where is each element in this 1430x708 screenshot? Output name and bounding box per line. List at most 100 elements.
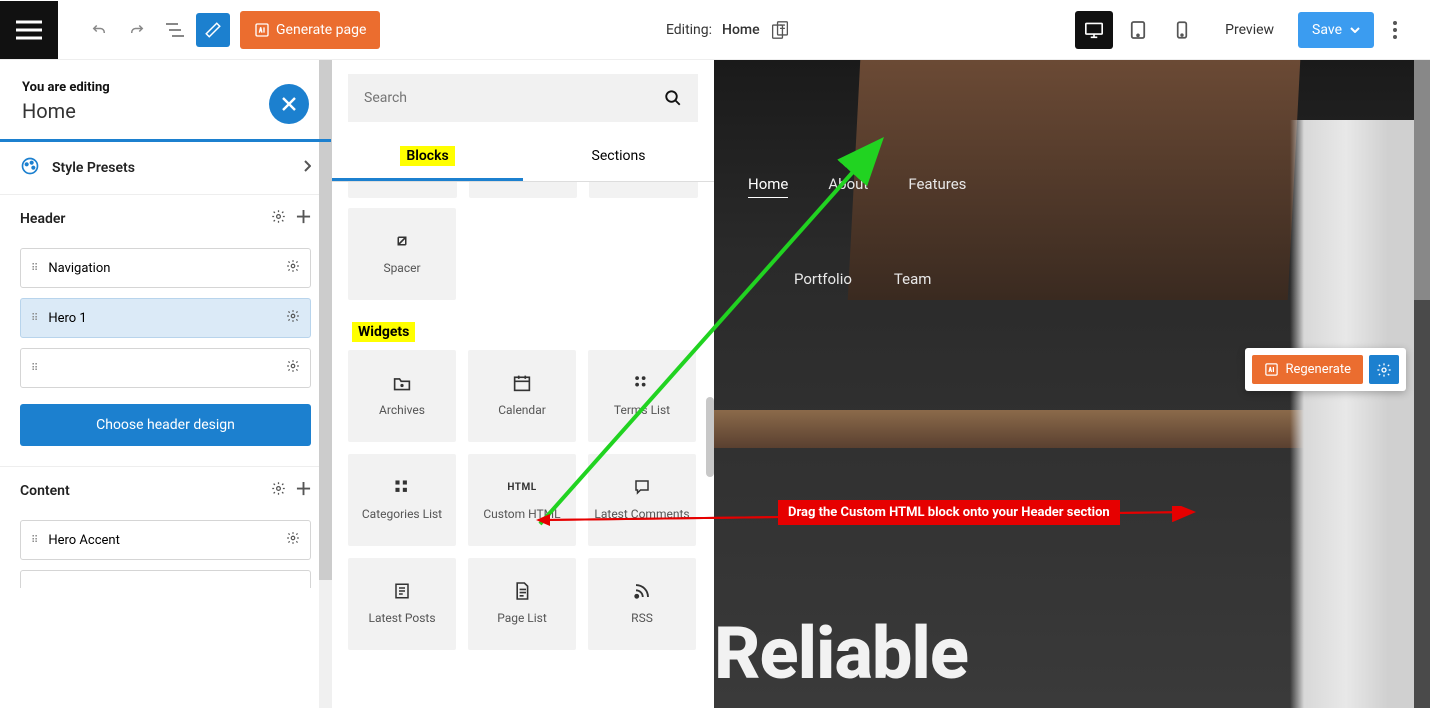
ai-icon bbox=[254, 22, 270, 38]
pencil-icon bbox=[204, 21, 222, 39]
tile-partial[interactable] bbox=[589, 182, 698, 198]
block-item-hero-accent[interactable]: ⠿ Hero Accent bbox=[20, 520, 311, 560]
calendar-icon bbox=[513, 373, 531, 393]
nav-link-team[interactable]: Team bbox=[894, 270, 932, 288]
editing-label: Editing: bbox=[666, 22, 712, 38]
tile-label: Categories List bbox=[362, 507, 442, 523]
block-item-hero1[interactable]: ⠿ Hero 1 bbox=[20, 298, 311, 338]
tile-label: Page List bbox=[497, 611, 547, 627]
nav-link-portfolio[interactable]: Portfolio bbox=[794, 270, 852, 288]
tile-latest-posts[interactable]: Latest Posts bbox=[348, 558, 456, 650]
tile-archives[interactable]: Archives bbox=[348, 350, 456, 442]
redo-button[interactable] bbox=[120, 13, 154, 47]
left-sidebar: You are editing Home Style Presets Heade… bbox=[0, 60, 332, 708]
drag-handle-icon[interactable]: ⠿ bbox=[31, 363, 38, 374]
tile-terms-list[interactable]: Terms List bbox=[588, 350, 696, 442]
panel-scroll-thumb[interactable] bbox=[706, 397, 714, 477]
mobile-icon bbox=[1176, 20, 1188, 40]
html-icon: HTML bbox=[507, 477, 536, 497]
tile-categories-list[interactable]: Categories List bbox=[348, 454, 456, 546]
block-label: Hero 1 bbox=[48, 311, 86, 326]
drag-handle-icon[interactable]: ⠿ bbox=[31, 535, 38, 546]
block-item-navigation[interactable]: ⠿ Navigation bbox=[20, 248, 311, 288]
block-settings-button[interactable] bbox=[286, 259, 300, 277]
drag-handle-icon[interactable]: ⠿ bbox=[31, 263, 38, 274]
tile-rss[interactable]: RSS bbox=[588, 558, 696, 650]
tile-partial[interactable] bbox=[348, 182, 457, 198]
content-add-button[interactable] bbox=[296, 481, 311, 500]
content-block-list: ⠿ Hero Accent bbox=[0, 514, 331, 604]
more-button[interactable] bbox=[1380, 11, 1410, 49]
tile-latest-comments[interactable]: Latest Comments bbox=[588, 454, 696, 546]
gear-icon bbox=[286, 259, 300, 273]
folder-icon bbox=[392, 373, 412, 393]
tab-sections-label: Sections bbox=[592, 148, 646, 164]
search-icon[interactable] bbox=[664, 89, 682, 107]
spacer-icon bbox=[393, 231, 411, 251]
tile-spacer[interactable]: Spacer bbox=[348, 208, 456, 300]
nav-link-home[interactable]: Home bbox=[748, 175, 788, 198]
block-settings-button[interactable] bbox=[286, 309, 300, 327]
tile-label: RSS bbox=[631, 611, 653, 627]
gear-icon bbox=[271, 209, 286, 224]
preview-scroll-thumb[interactable] bbox=[1414, 60, 1430, 300]
hero-title: Reliable bbox=[714, 611, 968, 696]
regenerate-settings-button[interactable] bbox=[1369, 355, 1399, 384]
edit-mode-button[interactable] bbox=[196, 13, 230, 47]
block-settings-button[interactable] bbox=[286, 359, 300, 377]
block-item-empty[interactable]: ⠿ bbox=[20, 348, 311, 388]
editing-page-name[interactable]: Home bbox=[722, 22, 760, 38]
preview-button[interactable]: Preview bbox=[1207, 12, 1292, 48]
tile-label: Calendar bbox=[498, 403, 546, 419]
gear-icon bbox=[1376, 362, 1392, 378]
undo-button[interactable] bbox=[82, 13, 116, 47]
generate-page-label: Generate page bbox=[276, 22, 366, 38]
pages-icon[interactable] bbox=[770, 21, 790, 39]
search-box[interactable] bbox=[348, 74, 698, 122]
header-settings-button[interactable] bbox=[271, 209, 286, 228]
close-button[interactable] bbox=[269, 84, 309, 124]
plus-icon bbox=[296, 209, 311, 224]
header-add-button[interactable] bbox=[296, 209, 311, 228]
desktop-icon bbox=[1084, 21, 1104, 39]
preview-beam bbox=[1290, 120, 1430, 708]
nav-link-features[interactable]: Features bbox=[908, 175, 966, 198]
tile-page-list[interactable]: Page List bbox=[468, 558, 576, 650]
tile-partial[interactable] bbox=[469, 182, 578, 198]
block-settings-button[interactable] bbox=[286, 531, 300, 549]
top-toolbar: Generate page Editing: Home Preview Save bbox=[0, 0, 1430, 60]
outline-icon bbox=[166, 23, 184, 37]
gear-icon bbox=[286, 531, 300, 545]
tab-blocks[interactable]: Blocks bbox=[332, 134, 523, 181]
menu-button[interactable] bbox=[0, 1, 58, 59]
grid2-icon bbox=[393, 477, 411, 497]
generate-page-button[interactable]: Generate page bbox=[240, 11, 380, 49]
comment-icon bbox=[633, 477, 651, 497]
close-icon bbox=[281, 96, 297, 112]
preview-canvas: Home About Features Portfolio Team Relia… bbox=[714, 60, 1430, 708]
block-item-partial[interactable] bbox=[20, 570, 311, 588]
ai-icon bbox=[1264, 362, 1279, 377]
outline-button[interactable] bbox=[158, 13, 192, 47]
search-input[interactable] bbox=[364, 90, 664, 106]
nav-link-about[interactable]: About bbox=[828, 175, 868, 198]
gear-icon bbox=[271, 481, 286, 496]
drag-handle-icon[interactable]: ⠿ bbox=[31, 313, 38, 324]
style-presets-row[interactable]: Style Presets bbox=[0, 142, 331, 194]
hamburger-icon bbox=[16, 20, 42, 40]
tab-sections[interactable]: Sections bbox=[523, 134, 714, 181]
tile-label: Archives bbox=[379, 403, 425, 419]
device-mobile-button[interactable] bbox=[1163, 11, 1201, 49]
tile-calendar[interactable]: Calendar bbox=[468, 350, 576, 442]
choose-header-design-button[interactable]: Choose header design bbox=[20, 404, 311, 446]
widgets-heading: Widgets bbox=[352, 324, 694, 340]
tile-custom-html[interactable]: HTMLCustom HTML bbox=[468, 454, 576, 546]
chevron-down-icon bbox=[1350, 27, 1360, 33]
save-button[interactable]: Save bbox=[1298, 12, 1374, 48]
content-settings-button[interactable] bbox=[271, 481, 286, 500]
device-tablet-button[interactable] bbox=[1119, 11, 1157, 49]
regenerate-button[interactable]: Regenerate bbox=[1252, 355, 1363, 384]
undo-icon bbox=[90, 21, 108, 39]
tab-blocks-label: Blocks bbox=[400, 146, 454, 166]
device-desktop-button[interactable] bbox=[1075, 11, 1113, 49]
